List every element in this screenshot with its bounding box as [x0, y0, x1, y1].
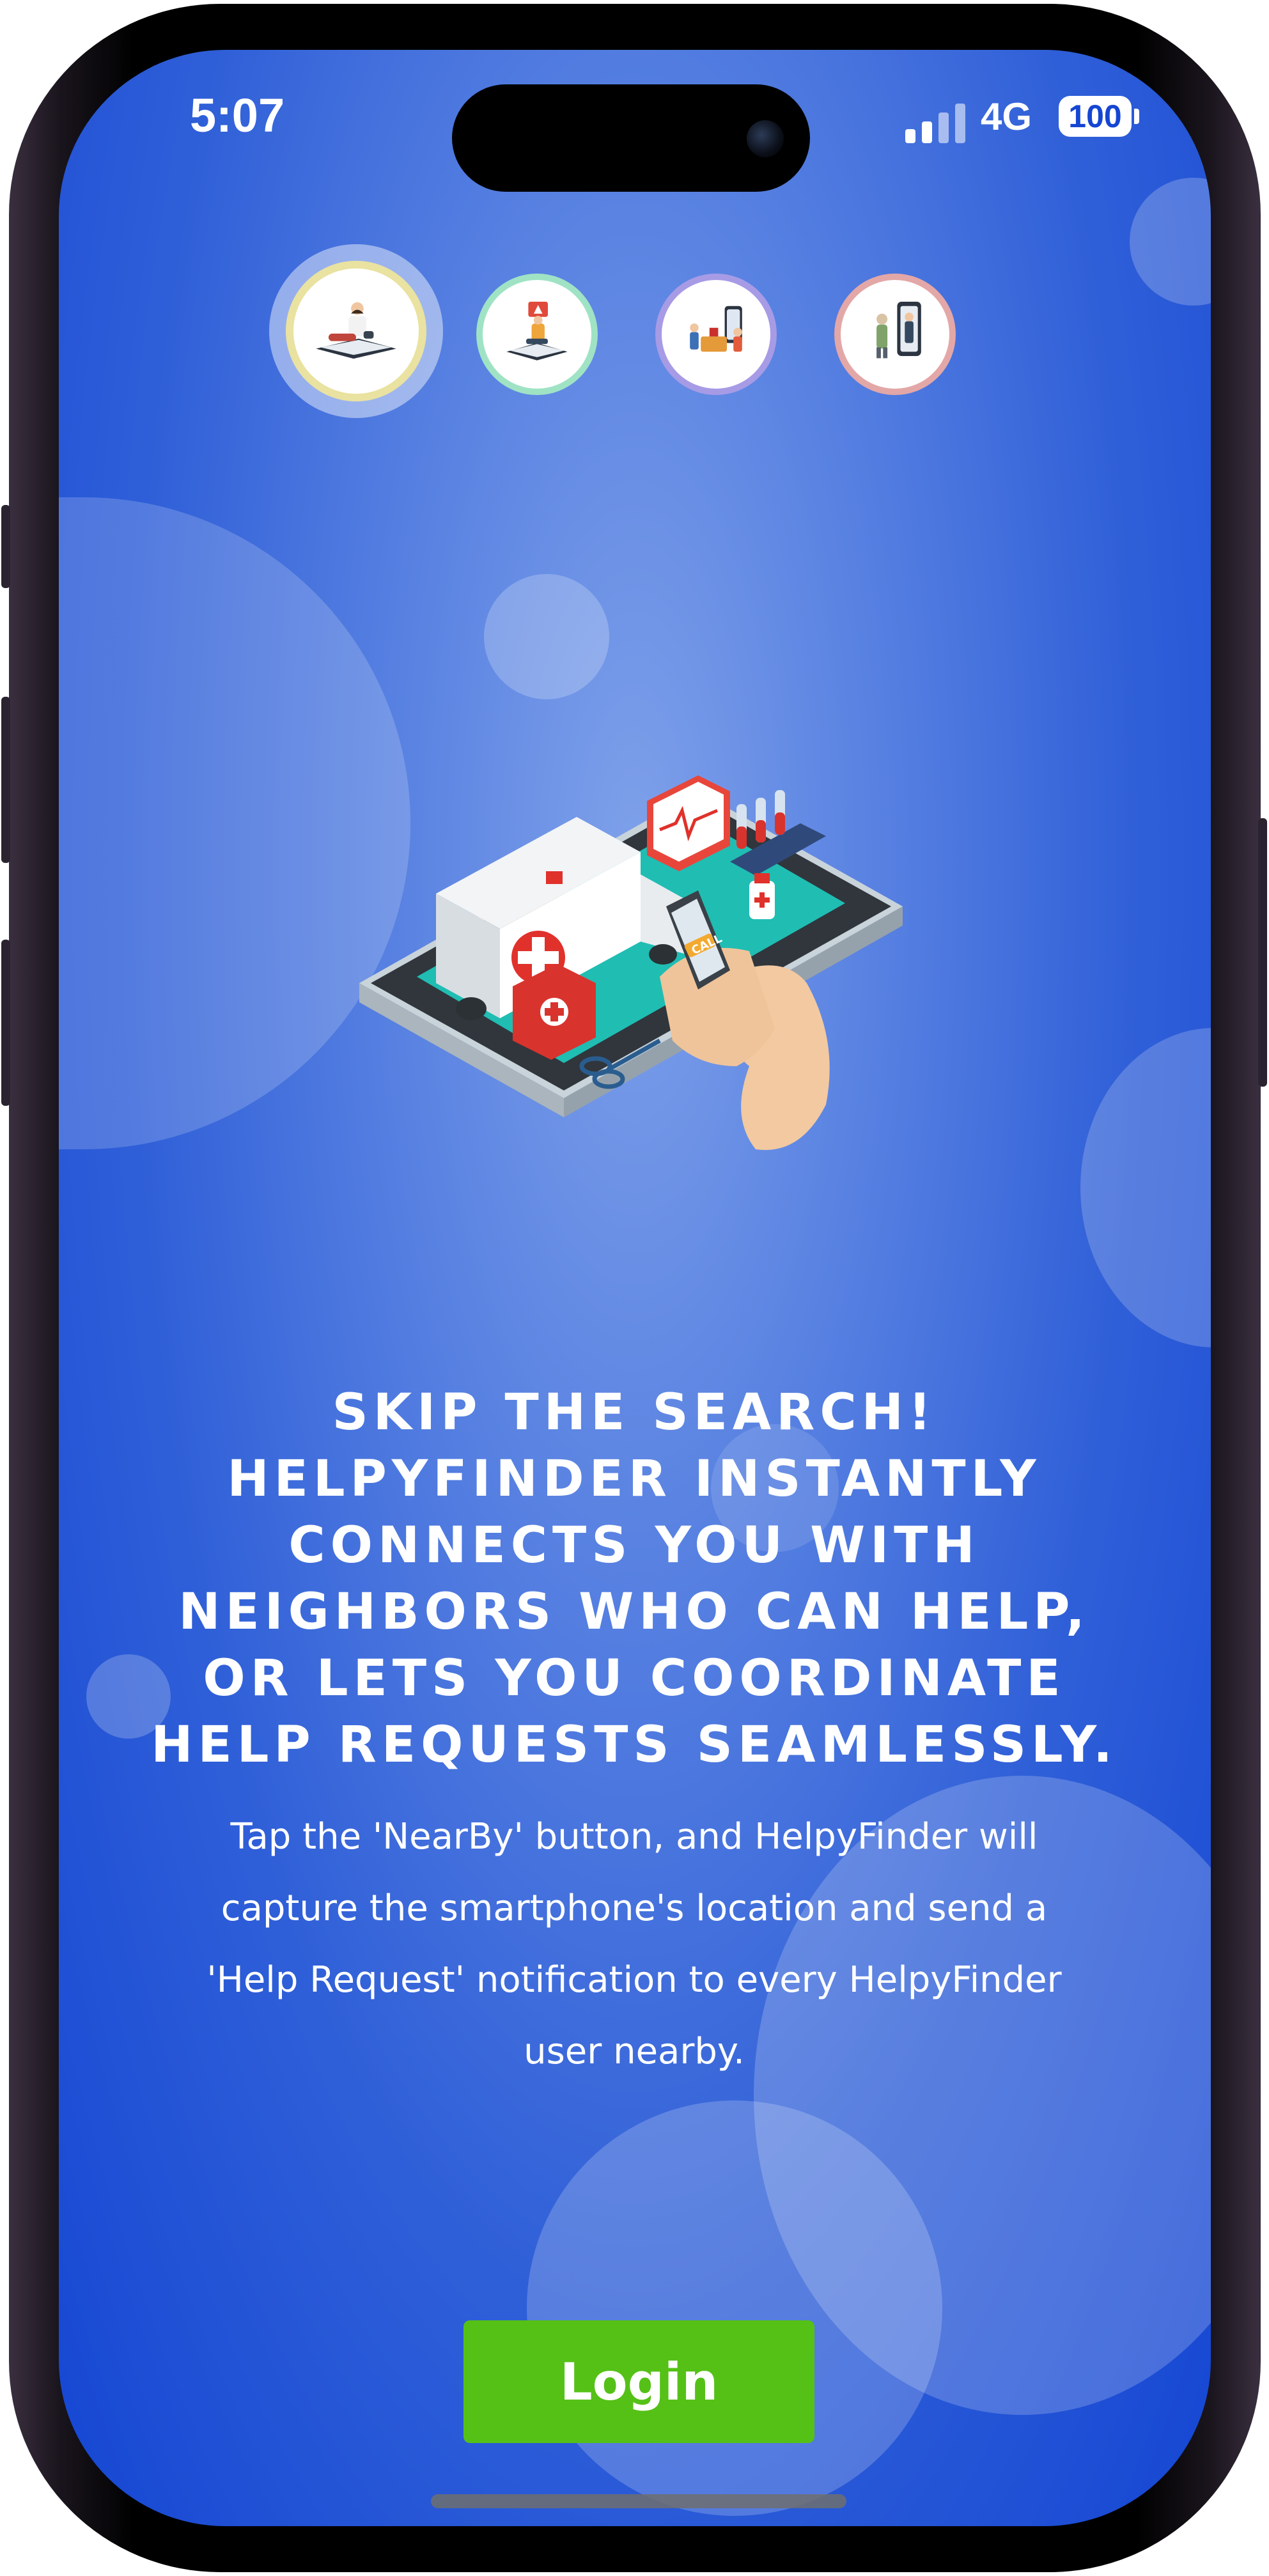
action-button	[1, 505, 10, 588]
hero-illustration: CALL	[340, 708, 992, 1232]
status-bar: 5:07 4G 100	[59, 50, 1211, 192]
volume-down-button	[1, 940, 10, 1106]
decor-bubble	[1080, 1028, 1211, 1347]
person-alert-phone-icon	[506, 302, 568, 361]
signal-icon	[905, 102, 969, 143]
volume-up-button	[1, 697, 10, 863]
person-reading-phone-icon	[316, 302, 396, 359]
onboarding-description: Tap the 'NearBy' button, and HelpyFinder…	[206, 1816, 1062, 2072]
person-phone-screen-icon	[876, 302, 921, 359]
carousel-slide-3[interactable]	[655, 274, 777, 395]
carousel-slide-4[interactable]	[834, 274, 956, 395]
battery-icon: 100	[1059, 96, 1132, 137]
status-time: 5:07	[190, 89, 285, 142]
decor-bubble	[484, 574, 609, 699]
decor-bubble	[527, 2100, 942, 2516]
battery-tip	[1134, 109, 1139, 124]
carousel-slide-2[interactable]	[476, 274, 598, 395]
onboarding-headline: SKIP THE SEARCH! HELPYFINDER INSTANTLY C…	[151, 1384, 1117, 1774]
carousel-slide-1[interactable]	[286, 261, 426, 401]
login-button[interactable]: Login	[463, 2320, 814, 2443]
neighbors-helping-icon	[690, 306, 742, 352]
front-camera	[747, 120, 784, 157]
emergency-phone-ambulance-icon: CALL	[359, 775, 903, 1151]
network-type: 4G	[981, 95, 1032, 138]
home-indicator[interactable]	[431, 2494, 846, 2508]
app-screen: 5:07 4G 100 CALL SKIP THE SEARCH! HELPYF…	[59, 50, 1211, 2526]
onboarding-carousel	[59, 235, 1211, 427]
power-button	[1258, 818, 1267, 1087]
